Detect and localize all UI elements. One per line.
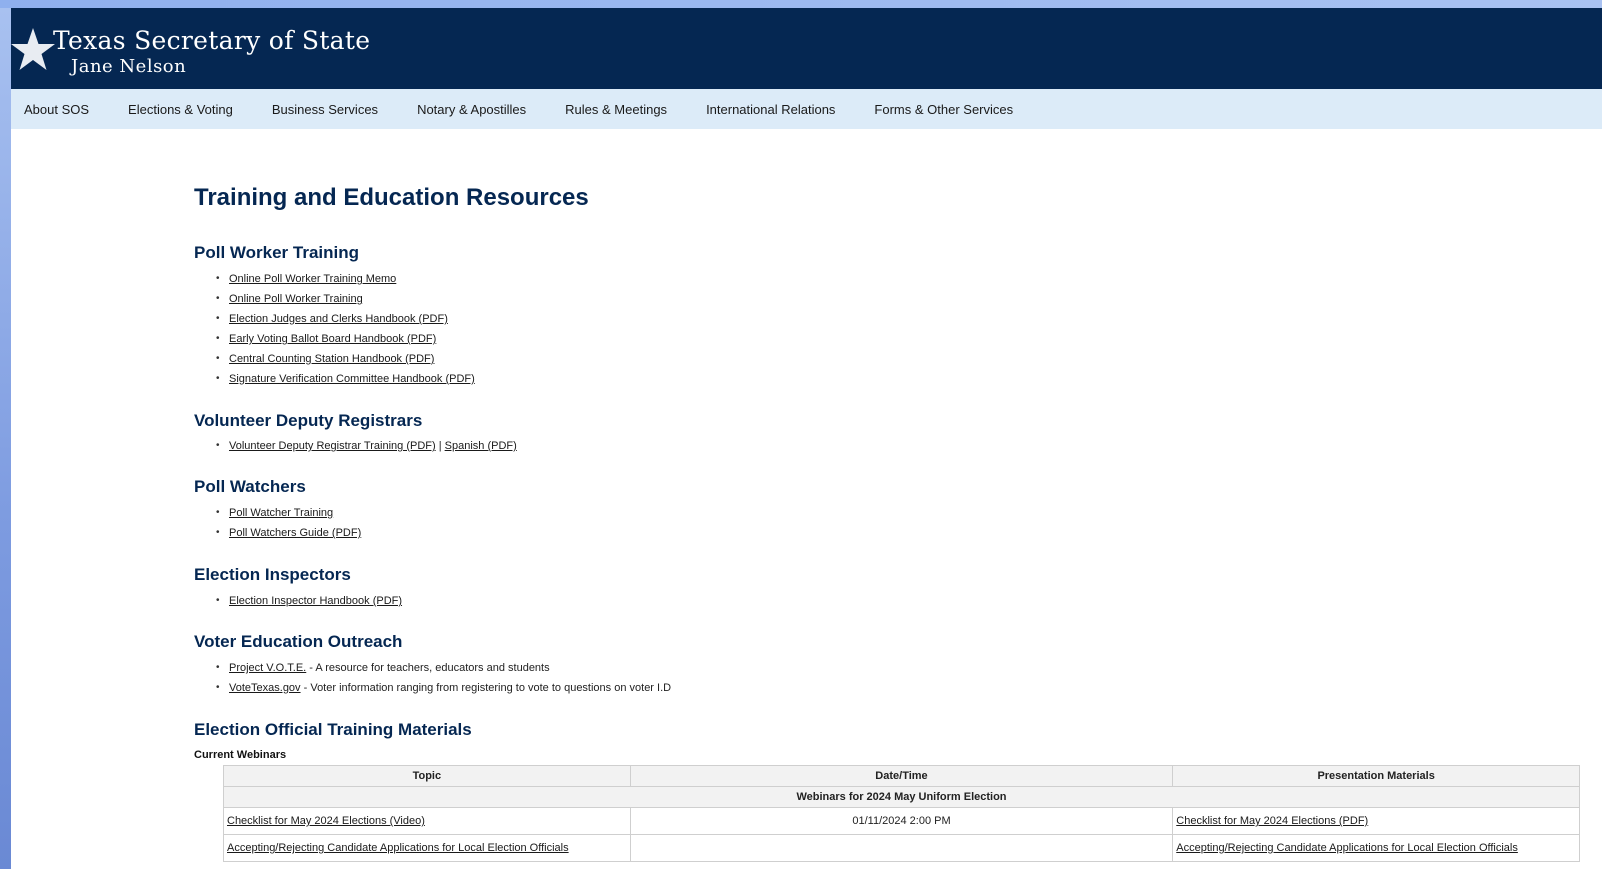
nav-notary-apostilles[interactable]: Notary & Apostilles [417,102,526,117]
link-poll-watchers-guide[interactable]: Poll Watchers Guide (PDF) [229,527,361,539]
nav-rules-meetings[interactable]: Rules & Meetings [565,102,667,117]
list-item: Election Inspector Handbook (PDF) [216,591,402,611]
outreach-description: - A resource for teachers, educators and… [306,662,550,674]
site-subtitle: Jane Nelson [71,56,187,77]
link-separator: | [438,440,442,452]
link-poll-watcher-training[interactable]: Poll Watcher Training [229,507,333,519]
window-top-strip [0,0,1602,8]
current-webinars-label: Current Webinars [194,749,287,761]
list-item: Poll Watcher Training [216,503,361,523]
table-header-row: Topic Date/Time Presentation Materials [223,765,1580,787]
inspectors-list: Election Inspector Handbook (PDF) [194,591,402,611]
table-row: Accepting/Rejecting Candidate Applicatio… [223,834,1580,862]
link-topic-video[interactable]: Checklist for May 2024 Elections (Video) [227,815,425,827]
section-heading-inspectors: Election Inspectors [194,565,351,584]
list-item: Online Poll Worker Training [216,289,475,309]
outreach-description: - Voter information ranging from registe… [300,682,672,694]
nav-about-sos[interactable]: About SOS [24,102,89,117]
nav-elections-voting[interactable]: Elections & Voting [128,102,233,117]
link-project-vote[interactable]: Project V.O.T.E. [229,662,306,674]
poll-watchers-list: Poll Watcher Training Poll Watchers Guid… [194,503,361,543]
nav-business-services[interactable]: Business Services [272,102,378,117]
list-item: Election Judges and Clerks Handbook (PDF… [216,309,475,329]
list-item: Project V.O.T.E. - A resource for teache… [216,658,671,678]
link-poll-worker-training[interactable]: Online Poll Worker Training [229,293,363,305]
link-signature-verification-handbook[interactable]: Signature Verification Committee Handboo… [229,373,475,385]
list-item: Volunteer Deputy Registrar Training (PDF… [216,436,517,456]
link-topic-video[interactable]: Accepting/Rejecting Candidate Applicatio… [227,842,569,854]
table-row: Checklist for May 2024 Elections (Video)… [223,807,1580,835]
outreach-list: Project V.O.T.E. - A resource for teache… [194,658,671,698]
section-heading-outreach: Voter Education Outreach [194,632,403,651]
link-votetexas[interactable]: VoteTexas.gov [229,682,301,694]
link-judges-clerks-handbook[interactable]: Election Judges and Clerks Handbook (PDF… [229,313,448,325]
list-item: Online Poll Worker Training Memo [216,269,475,289]
site-logo[interactable]: Texas Secretary of State Jane Nelson [53,26,370,78]
list-item: Signature Verification Committee Handboo… [216,369,475,389]
site-header: Texas Secretary of State Jane Nelson [11,8,1602,89]
main-nav: About SOS Elections & Voting Business Se… [11,89,1602,129]
list-item: Poll Watchers Guide (PDF) [216,523,361,543]
list-item: Early Voting Ballot Board Handbook (PDF) [216,329,475,349]
section-heading-poll-watchers: Poll Watchers [194,477,306,496]
nav-international-relations[interactable]: International Relations [706,102,835,117]
section-heading-poll-worker: Poll Worker Training [194,243,359,262]
vdr-list: Volunteer Deputy Registrar Training (PDF… [194,436,517,456]
site-title: Texas Secretary of State [53,26,371,55]
nav-forms-other-services[interactable]: Forms & Other Services [874,102,1013,117]
section-heading-training-materials: Election Official Training Materials [194,720,472,739]
webinars-table: Topic Date/Time Presentation Materials W… [223,765,1580,862]
window-left-strip [0,8,11,869]
column-header-materials[interactable]: Presentation Materials [1172,765,1580,787]
section-heading-vdr: Volunteer Deputy Registrars [194,411,423,430]
link-vdr-spanish[interactable]: Spanish (PDF) [445,440,517,452]
table-group-row: Webinars for 2024 May Uniform Election [223,786,1580,808]
link-materials-pdf[interactable]: Checklist for May 2024 Elections (PDF) [1176,815,1368,827]
link-ballot-board-handbook[interactable]: Early Voting Ballot Board Handbook (PDF) [229,333,436,345]
link-poll-worker-memo[interactable]: Online Poll Worker Training Memo [229,273,396,285]
list-item: VoteTexas.gov - Voter information rangin… [216,678,672,698]
cell-datetime [629,834,1174,862]
page: Texas Secretary of State Jane Nelson Abo… [11,8,1602,869]
link-inspector-handbook[interactable]: Election Inspector Handbook (PDF) [229,595,402,607]
link-vdr-training[interactable]: Volunteer Deputy Registrar Training (PDF… [229,440,436,452]
column-header-topic[interactable]: Topic [223,765,631,787]
list-item: Central Counting Station Handbook (PDF) [216,349,475,369]
column-header-datetime[interactable]: Date/Time [629,765,1174,787]
star-logo-icon[interactable] [11,26,57,74]
link-central-counting-handbook[interactable]: Central Counting Station Handbook (PDF) [229,353,434,365]
cell-datetime: 01/11/2024 2:00 PM [629,807,1174,835]
page-title: Training and Education Resources [194,184,589,211]
group-label: Webinars for 2024 May Uniform Election [223,786,1580,808]
link-materials-pdf[interactable]: Accepting/Rejecting Candidate Applicatio… [1176,842,1518,854]
poll-worker-list: Online Poll Worker Training Memo Online … [194,269,475,389]
